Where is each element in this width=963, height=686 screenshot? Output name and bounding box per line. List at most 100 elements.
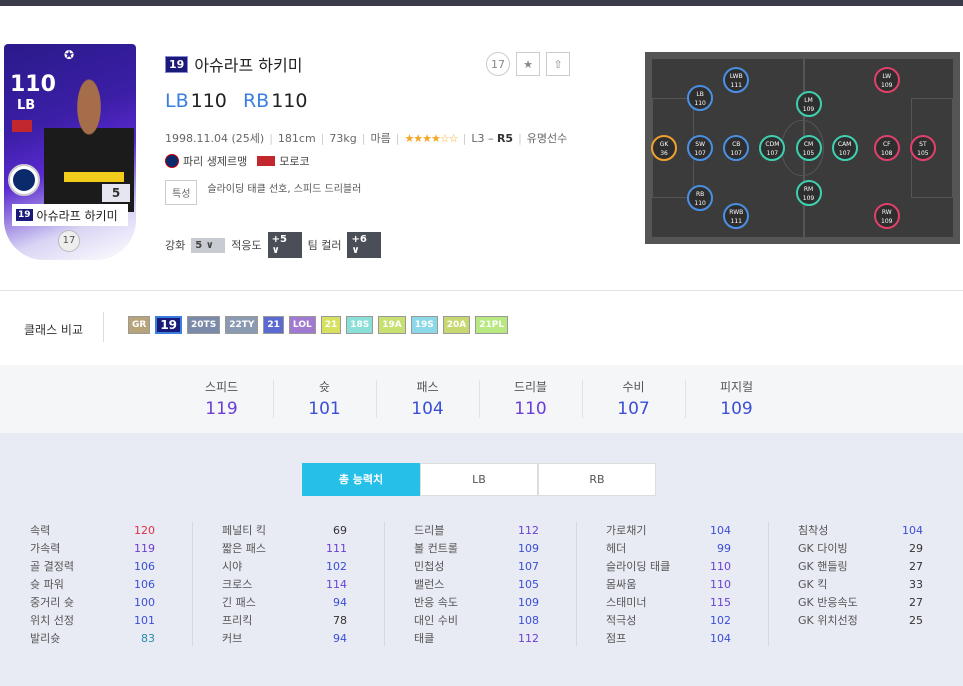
pitch-position-cdm[interactable]: CDM 107 (759, 135, 786, 161)
class-badge-21pl[interactable]: 21PL (475, 316, 509, 334)
pitch-pos-label: CDM (765, 141, 780, 148)
stat-value: 27 (909, 596, 923, 609)
summary-label: 스피드 (204, 380, 239, 394)
strength-level-icon[interactable]: 17 (486, 52, 510, 76)
pitch-position-lw[interactable]: LW 109 (873, 67, 900, 94)
stat-row: 슬라이딩 태클 110 (606, 558, 731, 576)
club-name[interactable]: 파리 생제르맹 (183, 153, 247, 169)
pitch-pos-ovr: 105 (802, 150, 815, 157)
section-divider (0, 290, 963, 291)
trait-label: 특성 (165, 180, 198, 205)
tab-total[interactable]: 총 능력치 (302, 463, 420, 496)
stat-value: 112 (518, 632, 539, 645)
stat-value: 109 (518, 542, 539, 555)
divider (768, 522, 769, 646)
stat-row: 태클 112 (414, 630, 539, 648)
pitch-position-cf[interactable]: CF 108 (873, 135, 900, 161)
class-badge-gr[interactable]: GR (128, 316, 151, 334)
stat-row: 가속력 119 (30, 540, 155, 558)
pitch-pos-ovr: 107 (730, 150, 742, 157)
team-color-dropdown[interactable]: +6 ∨ (347, 232, 382, 258)
stat-value: 102 (710, 614, 731, 627)
upgrade-icon[interactable]: ⇧ (546, 52, 570, 76)
stat-row: 스태미너 115 (606, 594, 731, 612)
stat-value: 106 (134, 578, 155, 591)
season-badge: 19 (165, 55, 189, 73)
summary-value: 109 (720, 399, 753, 419)
pitch-position-sw[interactable]: SW 107 (687, 135, 714, 161)
stat-row: 적극성 102 (606, 612, 731, 630)
pitch-position-cm[interactable]: CM 105 (795, 135, 822, 161)
pitch-pos-ovr: 109 (802, 105, 815, 113)
pitch-position-rw[interactable]: RW 109 (873, 202, 900, 229)
summary-value: 107 (617, 399, 650, 419)
skill-right: R5 (496, 131, 514, 145)
birth-date: 1998.11.04 (25세) (165, 132, 265, 145)
stat-name: GK 반응속도 (798, 596, 858, 609)
tab-rb[interactable]: RB (538, 463, 656, 496)
enhance-label: 강화 (165, 239, 186, 252)
fame: 유명선수 (526, 132, 568, 145)
summary-stat: 수비 107 (582, 378, 685, 419)
stat-value: 120 (134, 524, 155, 537)
stat-value: 78 (333, 614, 347, 627)
pitch-position-lm[interactable]: LM 109 (795, 90, 822, 117)
pitch-position-lb[interactable]: LB 110 (687, 85, 714, 112)
class-badge-19[interactable]: 19 (155, 316, 183, 334)
divider (582, 380, 583, 418)
pitch-position-cam[interactable]: CAM 107 (831, 135, 858, 161)
class-badge-lol[interactable]: LOL (288, 316, 316, 334)
stat-value: 104 (710, 632, 731, 645)
divider (384, 522, 385, 646)
stat-name: 가로채기 (606, 524, 647, 537)
fitness-label: 적응도 (231, 239, 262, 252)
player-meta: 1998.11.04 (25세) | 181cm | 73kg | 마름 | ★★★★☆… (165, 131, 568, 146)
pitch-position-st[interactable]: ST 105 (909, 135, 936, 161)
divider (685, 380, 686, 418)
fitness-dropdown[interactable]: +5 ∨ (267, 232, 302, 258)
stat-row: 짧은 패스 111 (222, 540, 347, 558)
summary-stat: 드리블 110 (479, 378, 582, 419)
enhance-dropdown[interactable]: 5 ∨ (191, 237, 226, 253)
stat-name: 짧은 패스 (222, 542, 266, 555)
divider (479, 380, 480, 418)
class-badge-19s[interactable]: 19S (410, 316, 438, 334)
stat-name: 적극성 (606, 614, 637, 627)
stat-name: GK 다이빙 (798, 542, 848, 555)
stat-value: 119 (134, 542, 155, 555)
pitch-position-rwb[interactable]: RWB 111 (723, 202, 750, 229)
summary-value: 101 (308, 399, 341, 419)
stat-value: 104 (902, 524, 923, 537)
stat-row: 몸싸움 110 (606, 576, 731, 594)
pitch-pos-label: RW (881, 208, 892, 216)
summary-value: 110 (514, 399, 547, 419)
summary-stat: 스피드 119 (170, 378, 273, 419)
class-badge-21[interactable]: 21 (263, 316, 284, 334)
trait-row: 특성 슬라이딩 태클 선호, 스피드 드리블러 (165, 180, 361, 205)
class-badge-19a[interactable]: 19A (378, 316, 406, 334)
pitch-position-rb[interactable]: RB 110 (687, 184, 714, 211)
trait-list: 슬라이딩 태클 선호, 스피드 드리블러 (207, 184, 362, 195)
pitch-pos-label: RB (696, 190, 705, 198)
class-badge-20a[interactable]: 20A (442, 316, 471, 334)
pitch-position-gk[interactable]: GK 36 (651, 135, 678, 161)
action-icons: 17 ★ ⇧ (486, 52, 570, 76)
class-badge-18s[interactable]: 18S (346, 316, 374, 334)
summary-value: 104 (411, 399, 444, 419)
tab-lb[interactable]: LB (420, 463, 538, 496)
class-list: GR 19 20TS 22TY 21 LOL 21 18S 19A 19S 20A 21PL (128, 316, 509, 334)
pitch-position-lwb[interactable]: LWB 111 (723, 67, 750, 94)
stat-name: 프리킥 (222, 614, 253, 627)
star-icon[interactable]: ★ (516, 52, 540, 76)
class-badge-22ty[interactable]: 22TY (225, 316, 259, 334)
class-badge-21[interactable]: 21 (320, 316, 342, 334)
pitch-position-rm[interactable]: RM 109 (795, 179, 822, 206)
class-badge-20ts[interactable]: 20TS (187, 316, 221, 334)
stat-name: 중거리 슛 (30, 596, 74, 609)
position-label: LB (165, 90, 189, 112)
stat-row: 시야 102 (222, 558, 347, 576)
pitch-position-cb[interactable]: CB 107 (723, 135, 750, 161)
stat-value: 102 (326, 560, 347, 573)
pitch-pos-ovr: 110 (694, 100, 706, 108)
position-ovr: 110 (271, 90, 308, 112)
